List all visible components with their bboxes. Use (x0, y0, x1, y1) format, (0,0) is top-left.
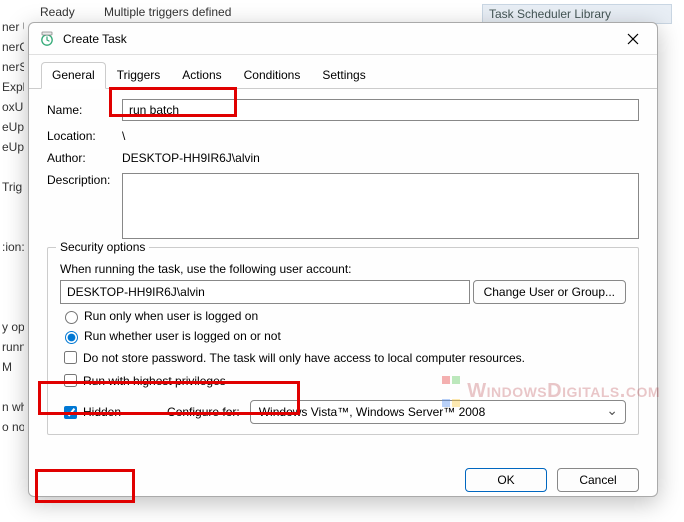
security-options-legend: Security options (56, 240, 149, 254)
task-icon (39, 31, 55, 47)
when-running-label: When running the task, use the following… (60, 262, 626, 276)
label-author: Author: (47, 151, 122, 165)
check-no-store-pw-input[interactable] (64, 351, 77, 364)
radio-run-whether-label: Run whether user is logged on or not (84, 329, 281, 343)
tab-conditions[interactable]: Conditions (233, 62, 312, 89)
tab-general-body: Name: Location: \ Author: DESKTOP-HH9IR6… (29, 89, 657, 460)
radio-run-logged-on[interactable]: Run only when user is logged on (60, 308, 626, 324)
dialog-title: Create Task (63, 32, 613, 46)
ok-button[interactable]: OK (465, 468, 547, 492)
radio-run-logged-on-input[interactable] (65, 311, 78, 324)
label-location: Location: (47, 129, 122, 143)
radio-run-whether-input[interactable] (65, 331, 78, 344)
location-value: \ (122, 129, 125, 143)
check-hidden[interactable]: Hidden (60, 403, 121, 422)
name-input[interactable] (122, 99, 639, 121)
tab-settings[interactable]: Settings (311, 62, 376, 89)
label-name: Name: (47, 103, 122, 117)
titlebar: Create Task (29, 23, 657, 55)
description-input[interactable] (122, 173, 639, 239)
close-button[interactable] (613, 25, 653, 53)
create-task-dialog: Create Task GeneralTriggersActionsCondit… (28, 22, 658, 497)
configure-for-label: Configure for: (167, 405, 240, 419)
check-no-store-pw-label: Do not store password. The task will onl… (83, 351, 525, 365)
close-icon (627, 33, 639, 45)
check-highest-priv-label: Run with highest privileges (83, 374, 226, 388)
bg-status: Ready (40, 5, 75, 19)
author-value: DESKTOP-HH9IR6J\alvin (122, 151, 260, 165)
cancel-button[interactable]: Cancel (557, 468, 639, 492)
check-highest-priv[interactable]: Run with highest privileges (60, 371, 626, 390)
check-hidden-label: Hidden (83, 405, 121, 419)
tab-actions[interactable]: Actions (171, 62, 232, 89)
bg-left-fragments: ner Up...nerCrenerSkExploroxUpeUpdeUpdTr… (0, 20, 24, 522)
dialog-buttons: OK Cancel (29, 460, 657, 496)
tab-triggers[interactable]: Triggers (106, 62, 172, 89)
tab-strip: GeneralTriggersActionsConditionsSettings (29, 55, 657, 89)
bg-trigger: Multiple triggers defined (104, 5, 231, 19)
task-scheduler-library-header: Task Scheduler Library (482, 4, 672, 24)
check-no-store-pw[interactable]: Do not store password. The task will onl… (60, 348, 626, 367)
check-highest-priv-input[interactable] (64, 374, 77, 387)
radio-run-whether[interactable]: Run whether user is logged on or not (60, 328, 626, 344)
configure-for-select[interactable]: Windows Vista™, Windows Server™ 2008 (250, 400, 626, 424)
check-hidden-input[interactable] (64, 406, 77, 419)
radio-run-logged-on-label: Run only when user is logged on (84, 309, 258, 323)
change-user-button[interactable]: Change User or Group... (473, 280, 626, 304)
tab-general[interactable]: General (41, 62, 106, 89)
security-options-group: Security options When running the task, … (47, 247, 639, 435)
user-account-field[interactable] (60, 280, 470, 304)
label-description: Description: (47, 173, 122, 187)
